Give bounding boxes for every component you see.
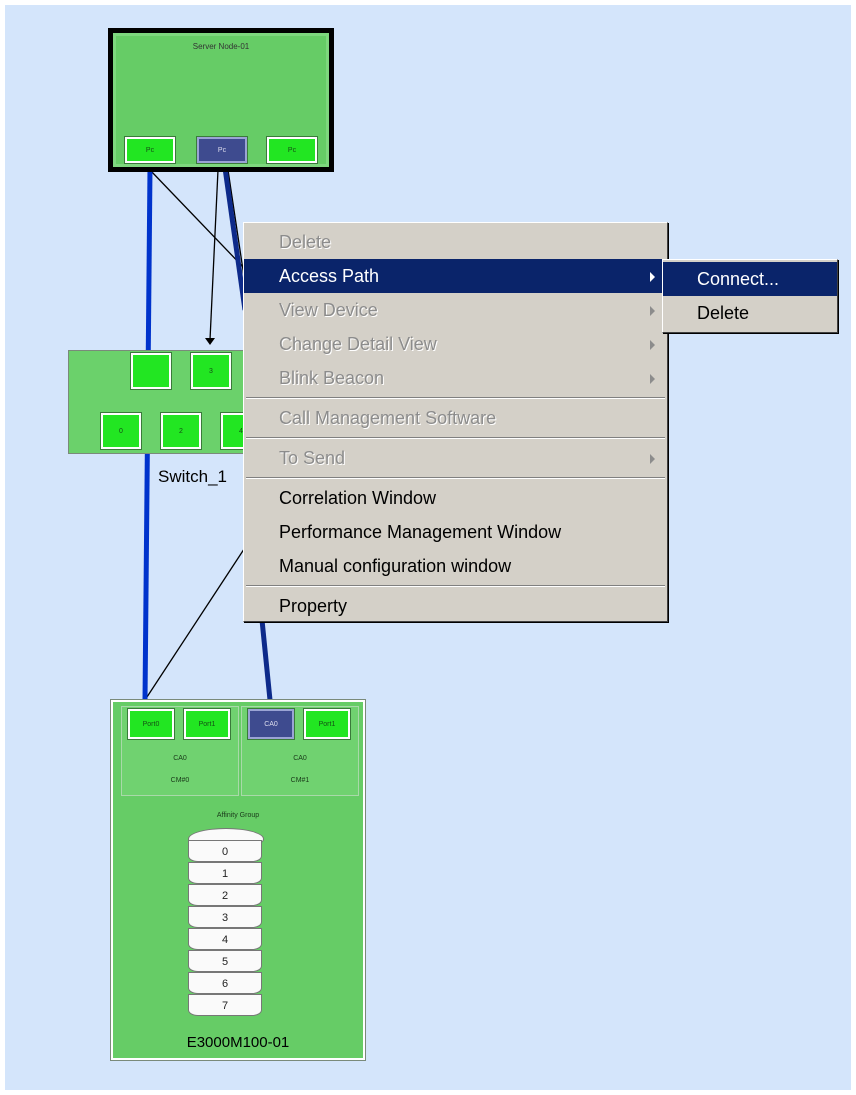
storage-port-1[interactable]: Port1 [183, 708, 231, 740]
switch-port[interactable] [130, 352, 172, 390]
fc-link [209, 169, 219, 341]
switch-node[interactable]: 3 0 2 4 [68, 350, 262, 454]
submenu-item-connect[interactable]: Connect... [663, 262, 837, 296]
lun-2[interactable]: 2 [188, 884, 262, 906]
lun-7[interactable]: 7 [188, 994, 262, 1016]
link-arrow [205, 338, 215, 345]
menu-item-access-path[interactable]: Access Path [244, 259, 667, 293]
affinity-group-label: Affinity Group [216, 812, 260, 819]
access-path-submenu: Connect... Delete [662, 259, 838, 333]
submenu-arrow-icon [650, 374, 655, 384]
menu-separator [246, 437, 665, 439]
server-port-0[interactable]: Pc [124, 136, 176, 164]
lun-6[interactable]: 6 [188, 972, 262, 994]
cm-label: CM#1 [290, 777, 310, 784]
storage-label: E3000M100-01 [186, 1034, 290, 1051]
ca-block-right: CA0 Port1 CA0 CM#1 [241, 706, 359, 796]
switch-label: Switch_1 [158, 467, 227, 486]
storage-port-selected[interactable]: CA0 [247, 708, 295, 740]
storage-port-1-right[interactable]: Port1 [303, 708, 351, 740]
submenu-item-delete[interactable]: Delete [663, 296, 837, 330]
fc-link [144, 539, 251, 701]
menu-item-delete[interactable]: Delete [244, 225, 667, 259]
menu-item-call-management-software[interactable]: Call Management Software [244, 401, 667, 435]
lun-0[interactable]: 0 [188, 840, 262, 862]
switch-port-3[interactable]: 3 [190, 352, 232, 390]
submenu-arrow-icon [650, 340, 655, 350]
context-menu: Delete Access Path View Device Change De… [243, 222, 668, 622]
switch-port-2[interactable]: 2 [160, 412, 202, 450]
menu-item-correlation-window[interactable]: Correlation Window [244, 481, 667, 515]
storage-node[interactable]: Port0 Port1 CA0 CM#0 CA0 Port1 CA0 CM#1 … [110, 699, 366, 1061]
menu-item-property[interactable]: Property [244, 589, 667, 623]
menu-item-view-device[interactable]: View Device [244, 293, 667, 327]
lun-5[interactable]: 5 [188, 950, 262, 972]
server-port-2[interactable]: Pc [266, 136, 318, 164]
submenu-arrow-icon [650, 306, 655, 316]
server-node-label: Server Node-01 [192, 42, 250, 51]
lun-4[interactable]: 4 [188, 928, 262, 950]
access-path [222, 167, 248, 311]
submenu-arrow-icon [650, 454, 655, 464]
cm-label: CM#0 [170, 777, 190, 784]
server-node[interactable]: Server Node-01 Pc Pc Pc [108, 28, 334, 172]
ca-label: CA0 [173, 755, 187, 762]
menu-separator [246, 585, 665, 587]
ca-label: CA0 [293, 755, 307, 762]
menu-item-manual-configuration-window[interactable]: Manual configuration window [244, 549, 667, 583]
access-path [259, 619, 273, 701]
submenu-arrow-icon [650, 272, 655, 282]
menu-item-to-send[interactable]: To Send [244, 441, 667, 475]
ca-block-left: Port0 Port1 CA0 CM#0 [121, 706, 239, 796]
menu-separator [246, 477, 665, 479]
menu-item-change-detail-view[interactable]: Change Detail View [244, 327, 667, 361]
menu-item-performance-management-window[interactable]: Performance Management Window [244, 515, 667, 549]
switch-port-0[interactable]: 0 [100, 412, 142, 450]
lun-1[interactable]: 1 [188, 862, 262, 884]
lun-3[interactable]: 3 [188, 906, 262, 928]
menu-separator [246, 397, 665, 399]
menu-item-blink-beacon[interactable]: Blink Beacon [244, 361, 667, 395]
server-port-1-selected[interactable]: Pc [196, 136, 248, 164]
storage-port-0[interactable]: Port0 [127, 708, 175, 740]
